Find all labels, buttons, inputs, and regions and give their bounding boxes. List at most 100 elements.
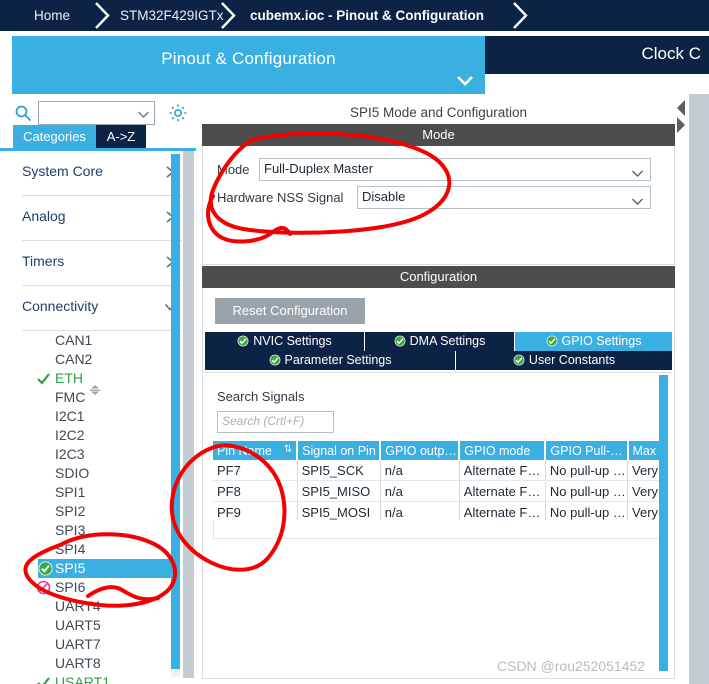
chevron-down-icon[interactable] bbox=[455, 72, 475, 90]
sidebar-item-spi4[interactable]: SPI4 bbox=[0, 540, 196, 559]
tab-parameter-settings[interactable]: Parameter Settings bbox=[205, 351, 456, 370]
column-pin-name[interactable]: Pin Name ⇅ bbox=[213, 441, 299, 460]
sidebar-item-label: CAN2 bbox=[55, 351, 93, 367]
sidebar-item-label: UART7 bbox=[55, 636, 101, 652]
sidebar-item-label: UART4 bbox=[55, 598, 101, 614]
config-tabs-row-2: Parameter Settings User Constants bbox=[205, 351, 672, 370]
check-circle-icon bbox=[237, 334, 249, 347]
sidebar-item-fmc[interactable]: FMC bbox=[0, 388, 196, 407]
tab-nvic-settings[interactable]: NVIC Settings bbox=[205, 332, 365, 351]
tab-pinout-configuration[interactable]: Pinout & Configuration bbox=[12, 36, 485, 94]
search-signals-label: Search Signals bbox=[217, 389, 305, 404]
mode-field-label: Mode bbox=[217, 162, 250, 177]
category-search-input[interactable] bbox=[38, 101, 155, 125]
configuration-section-body: Reset Configuration NVIC Settings DMA Se… bbox=[202, 288, 675, 679]
sidebar-item-i2c3[interactable]: I2C3 bbox=[0, 445, 196, 464]
sidebar-item-label: I2C3 bbox=[55, 446, 85, 462]
sidebar-group-timers[interactable]: Timers bbox=[22, 241, 182, 286]
hardware-nss-select[interactable]: Disable bbox=[357, 186, 651, 209]
check-circle-icon bbox=[38, 561, 53, 576]
table-row[interactable]: PF8 SPI5_MISO n/a Alternate Fu... No pul… bbox=[213, 480, 661, 502]
chevron-down-icon[interactable] bbox=[631, 165, 644, 177]
mode-select-value: Full-Duplex Master bbox=[264, 161, 374, 176]
sidebar-tab-az[interactable]: A->Z bbox=[96, 125, 146, 148]
sidebar-item-i2c2[interactable]: I2C2 bbox=[0, 426, 196, 445]
sidebar-item-can1[interactable]: CAN1 bbox=[0, 331, 196, 350]
cell-max-speed: Very bbox=[627, 480, 661, 502]
breadcrumb-chevron-icon-3 bbox=[510, 0, 532, 31]
sidebar-group-connectivity[interactable]: Connectivity bbox=[22, 286, 182, 331]
chevron-down-icon[interactable] bbox=[137, 107, 150, 118]
sidebar-item-spi2[interactable]: SPI2 bbox=[0, 502, 196, 521]
tab-clock-label: Clock C bbox=[641, 44, 701, 63]
column-signal-on-pin[interactable]: Signal on Pin bbox=[297, 441, 382, 460]
check-circle-icon bbox=[269, 353, 281, 366]
sidebar-item-eth[interactable]: ETH bbox=[0, 369, 196, 388]
sidebar-group-analog[interactable]: Analog bbox=[22, 196, 182, 241]
sidebar-item-uart5[interactable]: UART5 bbox=[0, 616, 196, 635]
tab-dma-settings[interactable]: DMA Settings bbox=[365, 332, 515, 351]
breadcrumb-item-home[interactable]: Home bbox=[34, 0, 70, 31]
cell-pin-name: PF7 bbox=[213, 460, 298, 481]
sidebar-item-spi3[interactable]: SPI3 bbox=[0, 521, 196, 540]
column-gpio-mode[interactable]: GPIO mode bbox=[459, 441, 547, 460]
sidebar-item-usart1[interactable]: USART1 bbox=[0, 673, 196, 684]
breadcrumb-chevron-icon-2 bbox=[218, 0, 240, 31]
tab-clock-configuration[interactable]: Clock C bbox=[485, 36, 709, 74]
sidebar-item-label: SPI1 bbox=[55, 484, 86, 500]
triangle-left-icon[interactable] bbox=[675, 99, 687, 117]
tab-gpio-settings[interactable]: GPIO Settings bbox=[515, 332, 672, 351]
sidebar-item-label: UART5 bbox=[55, 617, 101, 633]
chevron-down-icon[interactable] bbox=[631, 193, 644, 205]
sidebar-group-system-core[interactable]: System Core bbox=[22, 151, 182, 196]
column-gpio-output[interactable]: GPIO output... bbox=[380, 441, 461, 460]
breadcrumb-item-device[interactable]: STM32F429IGTx bbox=[120, 0, 224, 31]
column-max-speed[interactable]: Max bbox=[627, 441, 661, 460]
tab-label: DMA Settings bbox=[409, 334, 486, 348]
triangle-right-icon[interactable] bbox=[675, 116, 687, 134]
sidebar-item-uart4[interactable]: UART4 bbox=[0, 597, 196, 616]
breadcrumb-item-file[interactable]: cubemx.ioc - Pinout & Configuration bbox=[250, 0, 484, 31]
sidebar-item-label: SDIO bbox=[55, 465, 90, 481]
sidebar-item-sdio[interactable]: SDIO bbox=[0, 464, 196, 483]
sidebar-item-can2[interactable]: CAN2 bbox=[0, 350, 196, 369]
gear-icon[interactable] bbox=[168, 103, 188, 123]
cell-signal-on-pin: SPI5_SCK bbox=[297, 460, 381, 481]
sidebar-item-label: CAN1 bbox=[55, 332, 93, 348]
sidebar-item-spi1[interactable]: SPI1 bbox=[0, 483, 196, 502]
peripheral-config-area: SPI5 Mode and Configuration Mode Mode Fu… bbox=[196, 94, 709, 684]
sidebar-item-spi6[interactable]: SPI6 bbox=[0, 578, 196, 597]
tab-label: GPIO Settings bbox=[561, 334, 642, 348]
column-label: Pin Name bbox=[217, 443, 272, 458]
sidebar-item-label: USART1 bbox=[55, 674, 110, 684]
tab-pinout-label: Pinout & Configuration bbox=[161, 49, 336, 68]
gpio-pin-table: Pin Name ⇅ Signal on Pin GPIO output... … bbox=[213, 441, 661, 523]
mode-select[interactable]: Full-Duplex Master bbox=[259, 158, 651, 181]
tab-user-constants[interactable]: User Constants bbox=[456, 351, 672, 370]
table-row[interactable]: PF7 SPI5_SCK n/a Alternate Fu... No pull… bbox=[213, 460, 661, 481]
search-signals-input[interactable]: Search (Crtl+F) bbox=[217, 411, 334, 433]
sidebar-outer-scroll-track[interactable] bbox=[183, 151, 194, 678]
sidebar-item-i2c1[interactable]: I2C1 bbox=[0, 407, 196, 426]
sidebar-item-uart8[interactable]: UART8 bbox=[0, 654, 196, 673]
sidebar-item-spi5[interactable]: SPI5 bbox=[38, 559, 176, 578]
cell-gpio-pull-up: No pull-up a... bbox=[545, 480, 629, 502]
sidebar-scrollbar-thumb[interactable] bbox=[171, 154, 180, 669]
sort-indicator-icon: ⇅ bbox=[283, 443, 293, 455]
check-icon bbox=[36, 371, 51, 386]
sidebar-item-uart7[interactable]: UART7 bbox=[0, 635, 196, 654]
category-search-row bbox=[0, 98, 196, 128]
sidebar-group-label: Connectivity bbox=[22, 298, 99, 314]
cell-gpio-mode: Alternate Fu... bbox=[459, 480, 546, 502]
cell-gpio-pull-up: No pull-up a... bbox=[545, 460, 629, 481]
sidebar-group-label: Timers bbox=[22, 253, 65, 269]
column-gpio-pull-up[interactable]: GPIO Pull-u... bbox=[545, 441, 629, 460]
sidebar-item-label: SPI5 bbox=[55, 560, 86, 576]
sidebar-item-label: I2C1 bbox=[55, 408, 85, 424]
right-scrollbar-track[interactable] bbox=[689, 94, 709, 684]
breadcrumb-chevron-icon bbox=[92, 0, 114, 31]
sidebar-tab-categories[interactable]: Categories bbox=[13, 125, 96, 148]
cell-gpio-output: n/a bbox=[380, 460, 460, 481]
reset-configuration-button[interactable]: Reset Configuration bbox=[215, 298, 365, 324]
signals-scrollbar-thumb[interactable] bbox=[659, 375, 668, 671]
